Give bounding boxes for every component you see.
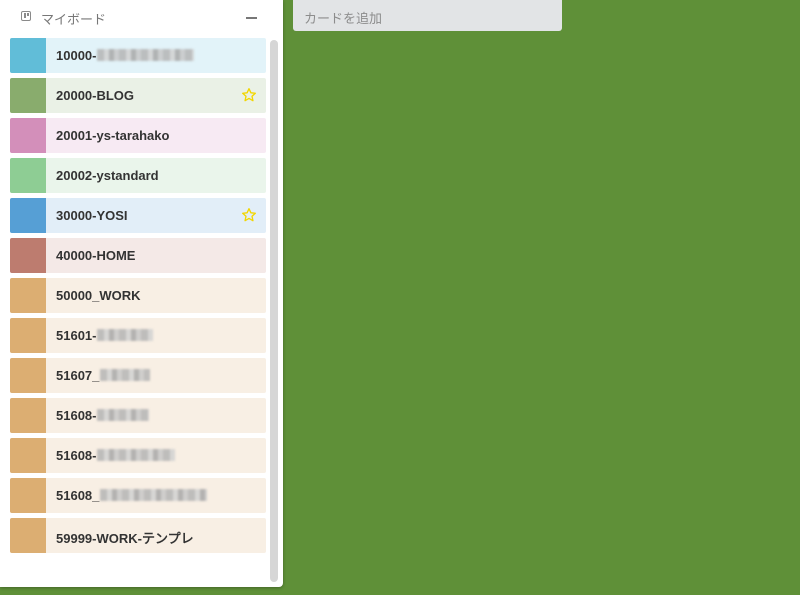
board-item[interactable]: 20001-ys-tarahako [10,118,266,153]
board-color-swatch [10,38,46,73]
panel-title: マイボード [41,12,107,27]
boards-panel-header: マイボード [0,0,283,36]
board-color-swatch [10,278,46,313]
board-name-text: 51608_ [56,488,100,503]
redacted-text [97,409,150,421]
board-name-text: 20001-ys-tarahako [56,128,170,143]
redacted-text [97,329,154,341]
board-name: 51608- [56,408,150,423]
board-item[interactable]: 51608_ [10,478,266,513]
board-item[interactable]: 10000- [10,38,266,73]
board-name: 51607_ [56,368,151,383]
redacted-text [97,449,176,461]
board-name: 20001-ys-tarahako [56,128,169,143]
board-color-swatch [10,118,46,153]
board-name-text: 51607_ [56,368,100,383]
board-name-text: 59999-WORK-テンプレ [56,531,194,546]
collapse-minus-icon[interactable] [244,8,260,24]
board-color-swatch [10,198,46,233]
board-color-swatch [10,438,46,473]
board-color-swatch [10,318,46,353]
board-name-text: 50000_WORK [56,288,141,303]
add-card-button[interactable]: カードを追加 [293,0,562,31]
board-name: 51608_ [56,488,208,503]
board-color-swatch [10,398,46,433]
board-color-swatch [10,358,46,393]
board-name-text: 51601- [56,328,97,343]
board-color-swatch [10,238,46,273]
board-color-swatch [10,478,46,513]
star-icon[interactable] [241,87,257,103]
board-name: 40000-HOME [56,248,135,263]
boards-panel: マイボード 10000- 20000-BLOG 20001-ys-tarahako 2… [0,0,283,587]
board-item[interactable]: 51601- [10,318,266,353]
board-color-swatch [10,78,46,113]
redacted-text [100,369,151,381]
board-item[interactable]: 51607_ [10,358,266,393]
board-item[interactable]: 20000-BLOG [10,78,266,113]
redacted-text [100,489,208,501]
board-item[interactable]: 59999-WORK-テンプレ [10,518,266,553]
board-name-text: 20000-BLOG [56,88,135,103]
scrollbar[interactable] [270,40,278,582]
board-name-text: 10000- [56,48,97,63]
star-icon[interactable] [241,207,257,223]
board-name: 59999-WORK-テンプレ [56,528,194,547]
board-name: 51601- [56,328,154,343]
board-name: 50000_WORK [56,288,141,303]
add-card-label: カードを追加 [304,11,383,26]
board-name-text: 51608- [56,408,97,423]
board-color-swatch [10,518,46,553]
board-item[interactable]: 51608- [10,438,266,473]
board-name: 10000- [56,48,195,63]
board-name-text: 30000-YOSI [56,208,128,223]
board-name-text: 40000-HOME [56,248,136,263]
board-name: 51608- [56,448,176,463]
board-name: 20000-BLOG [56,88,134,103]
board-item[interactable]: 50000_WORK [10,278,266,313]
board-name-text: 20002-ystandard [56,168,159,183]
board-item[interactable]: 51608- [10,398,266,433]
board-item[interactable]: 40000-HOME [10,238,266,273]
board-color-swatch [10,158,46,193]
redacted-text [97,49,195,61]
board-name: 20002-ystandard [56,168,159,183]
board-item[interactable]: 30000-YOSI [10,198,266,233]
board-list: 10000- 20000-BLOG 20001-ys-tarahako 20002-y… [10,38,266,558]
board-name-text: 51608- [56,448,97,463]
board-name: 30000-YOSI [56,208,128,223]
board-item[interactable]: 20002-ystandard [10,158,266,193]
board-icon [21,11,31,21]
